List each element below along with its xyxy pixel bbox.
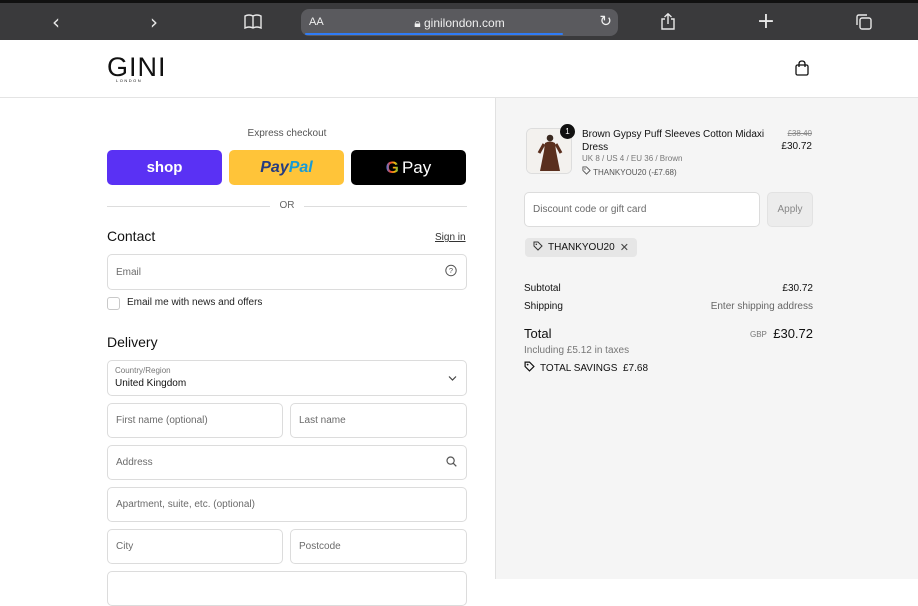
shipping-row: Shipping Enter shipping address	[524, 301, 813, 312]
product-variant: UK 8 / US 4 / EU 36 / Brown	[582, 154, 683, 163]
applied-discount-chip: THANKYOU20 ✕	[525, 238, 637, 257]
bag-icon[interactable]	[795, 60, 809, 76]
subtotal-label: Subtotal	[524, 283, 561, 294]
product-discount-code: THANKYOU20 (-£7.68)	[593, 168, 677, 177]
chevron-down-icon	[448, 372, 457, 385]
lock-icon: 🔒︎	[414, 16, 421, 30]
sale-price: £30.72	[781, 141, 812, 152]
product-discount: THANKYOU20 (-£7.68)	[582, 166, 677, 177]
paypal-label-a: Pay	[260, 158, 289, 176]
first-name-placeholder: First name (optional)	[116, 415, 208, 426]
subtotal-row: Subtotal £30.72	[524, 283, 813, 294]
tag-icon	[533, 241, 543, 254]
page-load-progress	[305, 33, 563, 35]
brand-logo-sub: LONDON	[116, 78, 143, 83]
newsletter-checkbox[interactable]	[107, 297, 120, 310]
savings-tag-icon	[524, 361, 535, 375]
applied-code-label: THANKYOU20	[548, 242, 615, 253]
apply-button[interactable]: Apply	[767, 192, 813, 227]
discount-placeholder: Discount code or gift card	[533, 204, 647, 215]
postcode-field[interactable]: Postcode	[290, 529, 467, 564]
city-placeholder: City	[116, 541, 134, 552]
address-placeholder: Address	[116, 457, 153, 468]
tag-icon	[582, 166, 593, 177]
divider-right	[304, 206, 467, 207]
forward-icon[interactable]: ›	[143, 3, 165, 40]
shipping-value: Enter shipping address	[710, 301, 813, 312]
or-divider-label: OR	[279, 200, 295, 211]
contact-heading: Contact	[107, 228, 156, 244]
sign-in-link[interactable]: Sign in	[435, 232, 466, 243]
gpay-label: Pay	[401, 157, 432, 177]
product-title: Brown Gypsy Puff Sleeves Cotton Midaxi D…	[582, 129, 765, 153]
postcode-placeholder: Postcode	[299, 541, 341, 552]
total-label: Total	[524, 326, 552, 341]
delivery-heading: Delivery	[107, 334, 158, 350]
discount-code-input[interactable]: Discount code or gift card	[524, 192, 760, 227]
country-label: Country/Region	[115, 366, 171, 375]
share-icon[interactable]	[657, 3, 679, 40]
book-icon[interactable]	[241, 3, 265, 40]
apartment-field[interactable]: Apartment, suite, etc. (optional)	[107, 487, 467, 522]
paypal-label-b: Pal	[288, 158, 313, 176]
tabs-icon[interactable]	[853, 3, 875, 40]
email-field[interactable]: Email ?	[107, 254, 467, 290]
shipping-label: Shipping	[524, 301, 563, 312]
city-field[interactable]: City	[107, 529, 283, 564]
quantity-badge: 1	[560, 124, 575, 139]
original-price: £38.40	[787, 129, 812, 138]
google-pay-button[interactable]: G Pay	[351, 150, 466, 185]
taxes-note: Including £5.12 in taxes	[524, 345, 630, 356]
next-field-partial[interactable]	[107, 571, 467, 606]
google-g-icon: G	[385, 157, 399, 177]
total-savings: TOTAL SAVINGS £7.68	[524, 361, 648, 375]
address-field[interactable]: Address	[107, 445, 467, 480]
divider-left	[107, 206, 270, 207]
country-value: United Kingdom	[115, 378, 187, 389]
last-name-placeholder: Last name	[299, 415, 346, 426]
store-header: GINI LONDON	[0, 40, 918, 98]
back-icon[interactable]: ‹	[45, 3, 67, 40]
search-icon	[446, 455, 457, 470]
express-checkout-label: Express checkout	[247, 128, 327, 139]
first-name-field[interactable]: First name (optional)	[107, 403, 283, 438]
last-name-field[interactable]: Last name	[290, 403, 467, 438]
total-currency: GBP	[750, 330, 767, 339]
newsletter-label: Email me with news and offers	[127, 297, 263, 308]
apartment-placeholder: Apartment, suite, etc. (optional)	[116, 499, 255, 510]
help-icon[interactable]: ?	[445, 264, 457, 280]
close-icon[interactable]: ✕	[620, 241, 629, 254]
reload-icon[interactable]: ↻	[599, 12, 612, 30]
email-placeholder: Email	[116, 266, 142, 278]
plus-icon[interactable]: +	[755, 3, 777, 40]
address-bar[interactable]: AA 🔒︎ ginilondon.com ↻	[301, 9, 618, 36]
url-text: ginilondon.com	[424, 16, 505, 30]
savings-label: TOTAL SAVINGS £7.68	[540, 362, 649, 374]
subtotal-value: £30.72	[782, 283, 813, 294]
paypal-button[interactable]: Pay Pal	[229, 150, 344, 185]
svg-text:?: ?	[449, 266, 453, 275]
total-value: £30.72	[773, 326, 813, 341]
shop-pay-button[interactable]: shop	[107, 150, 222, 185]
browser-toolbar: ‹ › AA 🔒︎ ginilondon.com ↻ +	[0, 0, 918, 40]
